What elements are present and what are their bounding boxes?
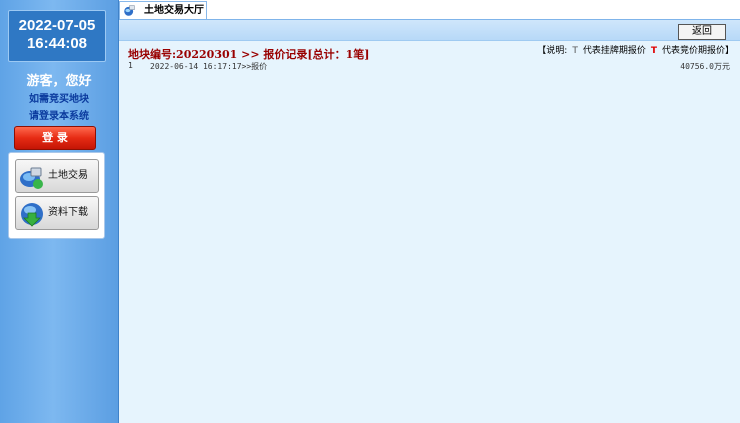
row-record: 2022-06-14 16:17:17>>报价: [150, 62, 268, 71]
current-date: 2022-07-05: [18, 17, 96, 34]
login-hint-line2: 请登录本系统: [29, 111, 89, 122]
main-content: 地块编号:20220301 >> 报价记录[总计：1笔] 【说明: T 代表挂牌期报…: [119, 41, 740, 423]
toolbar: 返回: [119, 20, 740, 41]
land-trade-icon: [20, 167, 43, 189]
left-sidebar: 2022-07-05 16:44:08 游客，您好 如需竞买地块 请登录本系统 …: [0, 0, 119, 423]
tab-land-trade-hall[interactable]: 土地交易大厅: [119, 1, 207, 19]
row-index: 1: [128, 61, 133, 70]
table-row: 1 2022-06-14 16:17:17>>报价 40756.0万元: [119, 61, 740, 75]
login-hint-line1: 如需竞买地块: [29, 94, 89, 105]
current-time: 16:44:08: [26, 35, 88, 52]
sidebar-item-label: 资料下载: [48, 207, 88, 218]
bidding-mark: T: [650, 46, 657, 56]
legend-prefix: 【说明:: [537, 46, 568, 56]
tab-label: 土地交易大厅: [144, 5, 204, 16]
page-title: 地块编号:20220301 >> 报价记录[总计：1笔]: [128, 48, 370, 61]
login-button[interactable]: 登 录: [14, 126, 96, 150]
back-button[interactable]: 返回: [678, 24, 726, 40]
sidebar-item-land-trade[interactable]: 土地交易: [15, 159, 99, 193]
listing-text: 代表挂牌期报价: [582, 46, 646, 56]
row-amount: 40756.0万元: [680, 62, 730, 71]
guest-greeting: 游客，您好: [26, 74, 92, 89]
download-icon: [21, 203, 43, 227]
datetime-display: 2022-07-05 16:44:08: [8, 10, 106, 62]
sidebar-menu: 土地交易 资料下载: [8, 152, 105, 239]
sidebar-item-label: 土地交易: [48, 170, 88, 181]
listing-mark: T: [572, 46, 578, 56]
bidding-text: 代表竞价期报价】: [661, 46, 734, 56]
globe-icon: [124, 5, 135, 16]
bid-legend: 【说明: T 代表挂牌期报价 T 代表竞价期报价】: [537, 43, 734, 56]
tab-bar: 土地交易大厅: [119, 0, 740, 20]
sidebar-item-download[interactable]: 资料下载: [15, 196, 99, 230]
